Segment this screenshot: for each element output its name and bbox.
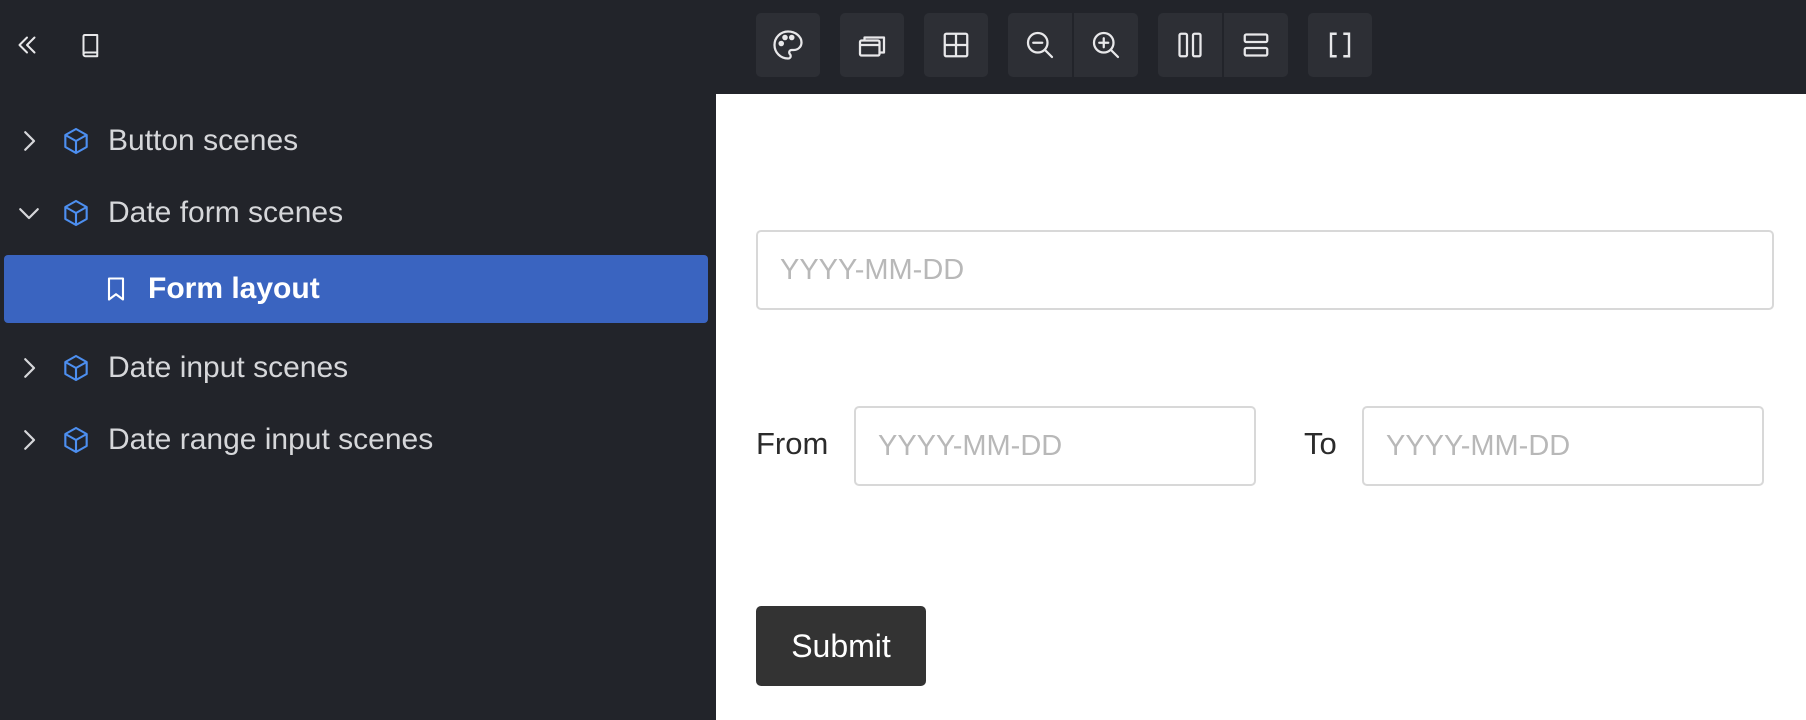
brackets-icon[interactable] <box>1308 13 1372 77</box>
date-input[interactable] <box>756 230 1774 310</box>
theme-toolbar-group <box>756 13 820 77</box>
split-vertical-icon[interactable] <box>1158 13 1222 77</box>
grid-icon[interactable] <box>924 13 988 77</box>
viewport-toolbar-group <box>1308 13 1372 77</box>
sidebar-item-label: Form layout <box>148 272 320 305</box>
top-toolbar <box>0 0 1806 94</box>
to-date-input[interactable] <box>1362 406 1764 486</box>
bookmark-icon <box>107 277 125 301</box>
sidebar-item-form-layout[interactable]: Form layout <box>4 255 708 323</box>
sidebar-item-button-scenes[interactable]: Button scenes <box>0 107 716 175</box>
background-toolbar-group <box>840 13 904 77</box>
sidebar-item-date-range-input-scenes[interactable]: Date range input scenes <box>0 406 716 474</box>
book-icon[interactable] <box>66 20 116 70</box>
layout-toolbar-group <box>1158 13 1288 77</box>
to-label: To <box>1304 426 1337 461</box>
preview-canvas: From To Submit <box>716 94 1806 720</box>
chevron-right-icon <box>24 358 36 378</box>
chevron-right-icon <box>24 131 36 151</box>
from-label: From <box>756 426 829 461</box>
cube-icon <box>64 426 88 454</box>
submit-button[interactable]: Submit <box>756 606 926 686</box>
palette-icon[interactable] <box>756 13 820 77</box>
zoom-out-icon[interactable] <box>1008 13 1072 77</box>
cube-icon <box>64 199 88 227</box>
grid-toolbar-group <box>924 13 988 77</box>
split-horizontal-icon[interactable] <box>1222 13 1288 77</box>
double-chevron-left-icon[interactable] <box>2 20 52 70</box>
zoom-in-icon[interactable] <box>1072 13 1138 77</box>
layers-icon[interactable] <box>840 13 904 77</box>
storybook-app: Button scenes Date form scenes Form layo… <box>0 0 1806 720</box>
sidebar-item-date-form-scenes[interactable]: Date form scenes <box>0 179 716 247</box>
sidebar-item-label: Button scenes <box>108 124 299 157</box>
sidebar-item-label: Date input scenes <box>108 351 349 384</box>
sidebar-tree: Button scenes Date form scenes Form layo… <box>0 94 716 720</box>
cube-icon <box>64 127 88 155</box>
sidebar-item-label: Date form scenes <box>108 196 344 229</box>
zoom-toolbar-group <box>1008 13 1138 77</box>
sidebar-item-label: Date range input scenes <box>108 423 434 456</box>
from-date-input[interactable] <box>854 406 1256 486</box>
chevron-right-icon <box>24 430 36 450</box>
cube-icon <box>64 354 88 382</box>
chevron-down-icon <box>19 208 39 220</box>
sidebar-item-date-input-scenes[interactable]: Date input scenes <box>0 334 716 402</box>
